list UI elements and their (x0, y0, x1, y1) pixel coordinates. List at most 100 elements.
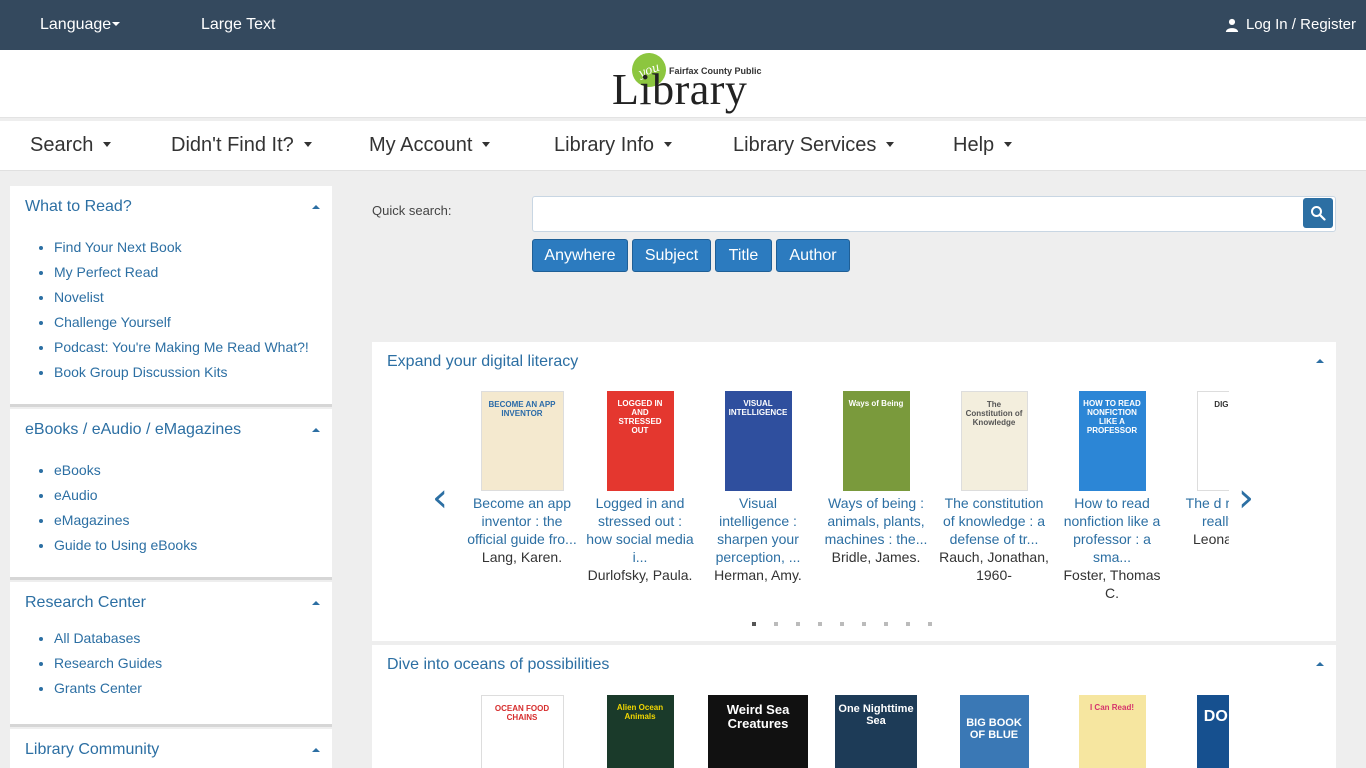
nav-library-info[interactable]: Library Info (554, 134, 673, 157)
sidebar-link[interactable]: eAudio (54, 487, 98, 503)
book-item[interactable]: BECOME AN APP INVENTOR Become an app inv… (467, 391, 577, 566)
book-item[interactable]: HOW TO READ NONFICTION LIKE A PROFESSOR … (1057, 391, 1167, 602)
book-cover[interactable]: DO DO (1196, 695, 1229, 768)
book-cover[interactable]: Ways of Being (842, 391, 910, 491)
book-item[interactable]: Alien Ocean Animals (585, 695, 695, 768)
list-item[interactable]: Find Your Next Book (54, 235, 309, 260)
book-cover[interactable]: DIGITAL (1196, 391, 1229, 491)
list-item[interactable]: All Databases (54, 626, 162, 651)
carousel-dot[interactable] (796, 622, 800, 626)
sidebar-link[interactable]: Book Group Discussion Kits (54, 364, 228, 380)
list-item[interactable]: My Perfect Read (54, 260, 309, 285)
list-item[interactable]: Research Guides (54, 651, 162, 676)
book-cover[interactable]: HOW TO READ NONFICTION LIKE A PROFESSOR (1078, 391, 1146, 491)
book-item[interactable]: LOGGED IN AND STRESSED OUT Logged in and… (585, 391, 695, 584)
panel-title[interactable]: Library Community (25, 741, 159, 759)
collapse-icon[interactable] (312, 748, 320, 752)
quick-search-input[interactable] (532, 196, 1336, 232)
carousel-dot[interactable] (752, 622, 756, 626)
nav-didnt-find-it[interactable]: Didn't Find It? (171, 134, 312, 157)
book-title[interactable]: Become an app inventor : the official gu… (467, 494, 577, 548)
large-text-toggle[interactable]: Large Text (201, 16, 275, 34)
sidebar-link[interactable]: eBooks (54, 462, 101, 478)
book-cover[interactable]: BECOME AN APP INVENTOR (480, 391, 564, 491)
book-cover[interactable]: VISUAL INTELLIGENCE (724, 391, 792, 491)
panel-title[interactable]: What to Read? (25, 198, 132, 216)
carousel-dot[interactable] (928, 622, 932, 626)
language-menu[interactable]: Language (40, 16, 121, 34)
book-item[interactable]: Weird Sea Creatures (703, 695, 813, 768)
list-item[interactable]: eMagazines (54, 508, 197, 533)
search-scope-author[interactable]: Author (776, 239, 850, 272)
list-item[interactable]: Guide to Using eBooks (54, 533, 197, 558)
sidebar-link[interactable]: Novelist (54, 289, 104, 305)
book-cover[interactable]: Weird Sea Creatures (708, 695, 808, 768)
nav-search[interactable]: Search (30, 134, 112, 157)
book-title[interactable]: Ways of being : animals, plants, machine… (821, 494, 931, 548)
sidebar-panel-ebooks: eBooks / eAudio / eMagazines eBooks eAud… (10, 409, 332, 580)
carousel-dot[interactable] (840, 622, 844, 626)
sidebar-link[interactable]: Research Guides (54, 655, 162, 671)
book-title[interactable]: The constitution of knowledge : a defens… (939, 494, 1049, 548)
book-item[interactable]: BIG BOOK OF BLUE (939, 695, 1049, 768)
search-scope-title[interactable]: Title (715, 239, 772, 272)
collapse-icon[interactable] (1316, 662, 1324, 666)
book-item[interactable]: The Constitution of Knowledge The consti… (939, 391, 1049, 584)
sidebar-link[interactable]: Challenge Yourself (54, 314, 171, 330)
carousel-dot[interactable] (906, 622, 910, 626)
search-scope-anywhere[interactable]: Anywhere (532, 239, 628, 272)
sidebar-link[interactable]: All Databases (54, 630, 140, 646)
sidebar-link[interactable]: Grants Center (54, 680, 142, 696)
search-scope-subject[interactable]: Subject (632, 239, 711, 272)
sidebar-link[interactable]: Guide to Using eBooks (54, 537, 197, 553)
book-cover[interactable]: OCEAN FOOD CHAINS (480, 695, 564, 768)
book-item[interactable]: Ways of Being Ways of being : animals, p… (821, 391, 931, 566)
book-cover[interactable]: One Nighttime Sea (835, 695, 917, 768)
list-item[interactable]: eBooks (54, 458, 197, 483)
book-item[interactable]: One Nighttime Sea (821, 695, 931, 768)
list-item[interactable]: Grants Center (54, 676, 162, 701)
carousel-dot[interactable] (818, 622, 822, 626)
book-item[interactable]: DO DO (1175, 695, 1229, 768)
list-item[interactable]: eAudio (54, 483, 197, 508)
book-item[interactable]: I Can Read! (1057, 695, 1167, 768)
chevron-left-icon[interactable]: ‹ (432, 478, 448, 518)
carousel-dot[interactable] (862, 622, 866, 626)
book-item[interactable]: OCEAN FOOD CHAINS (467, 695, 577, 768)
list-item[interactable]: Podcast: You're Making Me Read What?! (54, 335, 309, 360)
nav-library-services[interactable]: Library Services (733, 134, 895, 157)
list-item[interactable]: Challenge Yourself (54, 310, 309, 335)
library-logo[interactable]: you Fairfax County Public Library (612, 48, 766, 117)
login-register-link[interactable]: Log In / Register (1225, 16, 1356, 33)
nav-my-account[interactable]: My Account (369, 134, 491, 157)
collapse-icon[interactable] (312, 428, 320, 432)
carousel-dot[interactable] (774, 622, 778, 626)
panel-title[interactable]: Research Center (25, 594, 146, 612)
book-cover[interactable]: BIG BOOK OF BLUE (959, 695, 1029, 768)
list-item[interactable]: Novelist (54, 285, 309, 310)
book-cover[interactable]: LOGGED IN AND STRESSED OUT (606, 391, 674, 491)
book-item[interactable]: VISUAL INTELLIGENCE Visual intelligence … (703, 391, 813, 584)
book-cover[interactable]: Alien Ocean Animals (606, 695, 674, 768)
book-title[interactable]: The d mindset really tak (1175, 494, 1229, 530)
chevron-right-icon[interactable]: › (1238, 478, 1254, 518)
list-item[interactable]: Book Group Discussion Kits (54, 360, 309, 385)
book-title[interactable]: Visual intelligence : sharpen your perce… (703, 494, 813, 566)
search-button[interactable] (1303, 198, 1333, 228)
sidebar-link[interactable]: eMagazines (54, 512, 130, 528)
panel-title[interactable]: eBooks / eAudio / eMagazines (25, 421, 241, 439)
book-cover[interactable]: I Can Read! (1078, 695, 1146, 768)
book-cover[interactable]: The Constitution of Knowledge (960, 391, 1028, 491)
book-item[interactable]: DIGITAL The d mindset really tak Leonard… (1175, 391, 1229, 548)
book-title[interactable]: Logged in and stressed out : how social … (585, 494, 695, 566)
collapse-icon[interactable] (1316, 359, 1324, 363)
book-title[interactable]: How to read nonfiction like a professor … (1057, 494, 1167, 566)
nav-help[interactable]: Help (953, 134, 1013, 157)
collapse-icon[interactable] (312, 601, 320, 605)
sidebar-link[interactable]: My Perfect Read (54, 264, 158, 280)
language-label: Language (40, 16, 112, 33)
sidebar-link[interactable]: Find Your Next Book (54, 239, 182, 255)
sidebar-link[interactable]: Podcast: You're Making Me Read What?! (54, 339, 309, 355)
collapse-icon[interactable] (312, 205, 320, 209)
carousel-dot[interactable] (884, 622, 888, 626)
